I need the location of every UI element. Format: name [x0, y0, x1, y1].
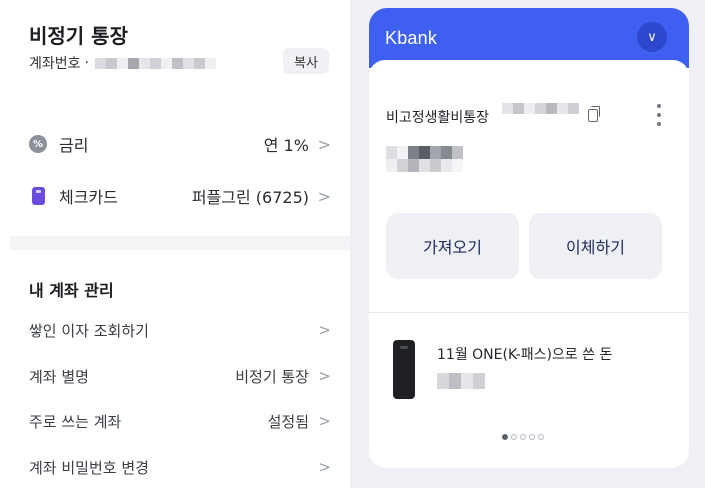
interest-rate-label: 금리 [59, 136, 89, 155]
chevron-right-icon: > [318, 412, 331, 430]
manage-section-title: 내 계좌 관리 [29, 281, 114, 300]
chevron-right-icon: > [317, 134, 331, 154]
kbank-balance-masked [386, 146, 463, 172]
kbank-widget-panel: Kbank ∨ 비고정생활비통장 가져오기 이체하기 11월 ONE(K-패스)… [350, 0, 705, 488]
interest-rate-value: 연 1% [263, 136, 309, 155]
menu-item-change-password[interactable]: 계좌 비밀번호 변경 > [29, 455, 331, 479]
menu-item-value: 설정됨 [267, 412, 309, 431]
more-options-icon[interactable] [657, 104, 661, 126]
card-icon [32, 187, 45, 205]
import-button[interactable]: 가져오기 [386, 213, 519, 279]
separator: · [84, 55, 89, 71]
kbank-logo: Kbank [385, 28, 438, 48]
chevron-down-icon: ∨ [647, 29, 657, 45]
menu-item-label: 계좌 비밀번호 변경 [29, 458, 149, 477]
page-dot[interactable] [511, 434, 517, 440]
monthly-spend-label: 11월 ONE(K-패스)으로 쓴 돈 [437, 347, 613, 363]
collapse-button[interactable]: ∨ [637, 22, 667, 52]
check-card-row[interactable]: 체크카드 퍼플그린 (6725) > [29, 183, 331, 209]
check-card-label: 체크카드 [59, 188, 118, 207]
transfer-button[interactable]: 이체하기 [529, 213, 662, 279]
card-thumbnail-icon [393, 340, 415, 399]
menu-item-account-nickname[interactable]: 계좌 별명 비정기 통장 > [29, 364, 331, 388]
page-dot[interactable] [520, 434, 526, 440]
account-detail-panel: 비정기 통장 계좌번호 · 복사 % 금리 연 1% > 체크카드 퍼플그린 (… [0, 0, 350, 488]
section-divider [10, 236, 350, 250]
kbank-body: 비고정생활비통장 가져오기 이체하기 11월 ONE(K-패스)으로 쓴 돈 [369, 60, 689, 468]
kbank-account-name: 비고정생활비통장 [386, 110, 490, 126]
kbank-account-number-masked [502, 103, 579, 114]
menu-item-value: 비정기 통장 [235, 367, 309, 386]
page-dot[interactable] [502, 434, 508, 440]
copy-icon[interactable] [588, 106, 600, 122]
kbank-card: Kbank ∨ 비고정생활비통장 가져오기 이체하기 11월 ONE(K-패스)… [369, 8, 689, 468]
account-number-label: 계좌번호 [29, 56, 81, 72]
chevron-right-icon: > [317, 186, 331, 206]
account-number-masked [94, 57, 216, 69]
copy-account-button[interactable]: 복사 [283, 48, 329, 74]
page-indicator[interactable] [502, 434, 544, 440]
monthly-spend-masked [437, 373, 485, 389]
interest-rate-row[interactable]: % 금리 연 1% > [29, 131, 331, 157]
page-dot[interactable] [538, 434, 544, 440]
menu-item-label: 계좌 별명 [29, 367, 89, 386]
chevron-right-icon: > [318, 458, 331, 476]
menu-item-label: 쌓인 이자 조회하기 [29, 321, 149, 340]
page-dot[interactable] [529, 434, 535, 440]
menu-item-main-account[interactable]: 주로 쓰는 계좌 설정됨 > [29, 409, 331, 433]
menu-item-interest-lookup[interactable]: 쌓인 이자 조회하기 > [29, 318, 331, 342]
account-number-row: 계좌번호 · [29, 53, 216, 73]
menu-item-label: 주로 쓰는 계좌 [29, 412, 122, 431]
percent-icon: % [29, 135, 47, 153]
chevron-right-icon: > [318, 367, 331, 385]
card-divider [369, 312, 689, 313]
check-card-value: 퍼플그린 (6725) [191, 188, 309, 207]
chevron-right-icon: > [318, 321, 331, 339]
kbank-header: Kbank ∨ [369, 8, 689, 68]
account-title: 비정기 통장 [29, 24, 128, 48]
